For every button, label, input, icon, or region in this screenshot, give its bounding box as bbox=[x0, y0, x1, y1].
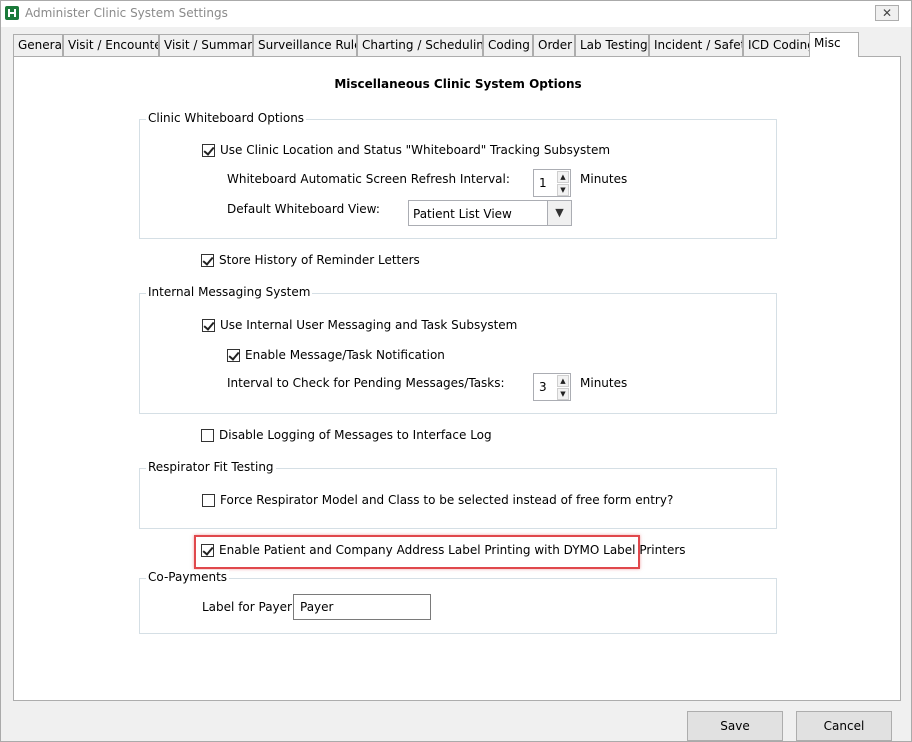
tab-order[interactable]: Order bbox=[533, 34, 575, 56]
checkbox-box[interactable] bbox=[202, 493, 215, 507]
tab-incident-safety[interactable]: Incident / Safety bbox=[649, 34, 743, 56]
message-interval-label: Interval to Check for Pending Messages/T… bbox=[227, 376, 505, 390]
dymo-label-printing-checkbox[interactable]: Enable Patient and Company Address Label… bbox=[201, 543, 686, 557]
save-button[interactable]: Save bbox=[687, 711, 783, 741]
disable-logging-label: Disable Logging of Messages to Interface… bbox=[219, 428, 492, 442]
settings-window: Administer Clinic System Settings ✕ Gene… bbox=[0, 0, 912, 742]
tab-surveillance-rules[interactable]: Surveillance Rules bbox=[253, 34, 357, 56]
spin-down-icon[interactable]: ▼ bbox=[557, 388, 569, 400]
message-interval-spinner[interactable]: 3 ▲ ▼ bbox=[533, 373, 571, 401]
respirator-group: Respirator Fit Testing Force Respirator … bbox=[139, 460, 777, 529]
misc-panel: Miscellaneous Clinic System Options Clin… bbox=[13, 56, 901, 701]
dymo-label-printing-label: Enable Patient and Company Address Label… bbox=[219, 543, 686, 557]
default-view-value: Patient List View bbox=[413, 207, 512, 221]
whiteboard-group: Clinic Whiteboard Options Use Clinic Loc… bbox=[139, 111, 777, 239]
tab-misc[interactable]: Misc bbox=[809, 32, 859, 57]
checkbox-box[interactable] bbox=[227, 348, 240, 362]
tab-strip: General Visit / Encounter Visit / Summar… bbox=[13, 32, 903, 57]
enable-notification-label: Enable Message/Task Notification bbox=[245, 348, 445, 362]
respirator-group-label: Respirator Fit Testing bbox=[146, 460, 276, 474]
checkbox-box[interactable] bbox=[202, 318, 215, 332]
enable-notification-checkbox[interactable]: Enable Message/Task Notification bbox=[227, 348, 445, 362]
use-whiteboard-label: Use Clinic Location and Status "Whiteboa… bbox=[220, 143, 611, 157]
refresh-units-label: Minutes bbox=[580, 172, 628, 186]
refresh-interval-value: 1 bbox=[539, 176, 547, 190]
payer-input[interactable] bbox=[298, 596, 428, 618]
disable-logging-checkbox[interactable]: Disable Logging of Messages to Interface… bbox=[201, 428, 492, 442]
refresh-interval-label: Whiteboard Automatic Screen Refresh Inte… bbox=[227, 172, 510, 186]
use-whiteboard-checkbox[interactable]: Use Clinic Location and Status "Whiteboa… bbox=[202, 143, 610, 157]
force-respirator-checkbox[interactable]: Force Respirator Model and Class to be s… bbox=[202, 493, 673, 507]
spin-up-icon[interactable]: ▲ bbox=[557, 171, 569, 183]
spin-down-icon[interactable]: ▼ bbox=[557, 184, 569, 196]
message-interval-value: 3 bbox=[539, 380, 547, 394]
use-messaging-label: Use Internal User Messaging and Task Sub… bbox=[220, 318, 518, 332]
copayments-group: Co-Payments Label for Payer: bbox=[139, 570, 777, 634]
store-reminder-label: Store History of Reminder Letters bbox=[219, 253, 420, 267]
use-messaging-checkbox[interactable]: Use Internal User Messaging and Task Sub… bbox=[202, 318, 517, 332]
spin-up-icon[interactable]: ▲ bbox=[557, 375, 569, 387]
refresh-interval-spinner[interactable]: 1 ▲ ▼ bbox=[533, 169, 571, 197]
close-button[interactable]: ✕ bbox=[875, 5, 899, 21]
messaging-group: Internal Messaging System Use Internal U… bbox=[139, 285, 777, 414]
payer-label: Label for Payer: bbox=[202, 600, 296, 614]
chevron-down-icon[interactable]: ▼ bbox=[547, 201, 571, 225]
checkbox-box[interactable] bbox=[201, 543, 214, 557]
panel-title: Miscellaneous Clinic System Options bbox=[334, 77, 582, 91]
copayments-group-label: Co-Payments bbox=[146, 570, 230, 584]
default-view-label: Default Whiteboard View: bbox=[227, 202, 380, 216]
store-reminder-checkbox[interactable]: Store History of Reminder Letters bbox=[201, 253, 420, 267]
message-interval-units: Minutes bbox=[580, 376, 628, 390]
cancel-button[interactable]: Cancel bbox=[796, 711, 892, 741]
payer-field[interactable] bbox=[293, 594, 431, 620]
tab-visit-encounter[interactable]: Visit / Encounter bbox=[63, 34, 159, 56]
tab-charting-scheduling[interactable]: Charting / Scheduling bbox=[357, 34, 483, 56]
tab-visit-summary[interactable]: Visit / Summary bbox=[159, 34, 253, 56]
checkbox-box[interactable] bbox=[202, 143, 215, 157]
tab-lab-testing[interactable]: Lab Testing bbox=[575, 34, 649, 56]
tab-icd-coding[interactable]: ICD Coding bbox=[743, 34, 813, 56]
checkbox-box[interactable] bbox=[201, 428, 214, 442]
whiteboard-group-label: Clinic Whiteboard Options bbox=[146, 111, 307, 125]
tab-general[interactable]: General bbox=[13, 34, 63, 56]
default-view-dropdown[interactable]: Patient List View ▼ bbox=[408, 200, 572, 226]
messaging-group-label: Internal Messaging System bbox=[146, 285, 313, 299]
force-respirator-label: Force Respirator Model and Class to be s… bbox=[220, 493, 674, 507]
app-logo-icon bbox=[5, 6, 19, 20]
title-bar: Administer Clinic System Settings ✕ bbox=[1, 1, 911, 27]
tab-coding[interactable]: Coding bbox=[483, 34, 533, 56]
window-title: Administer Clinic System Settings bbox=[25, 6, 228, 20]
checkbox-box[interactable] bbox=[201, 253, 214, 267]
